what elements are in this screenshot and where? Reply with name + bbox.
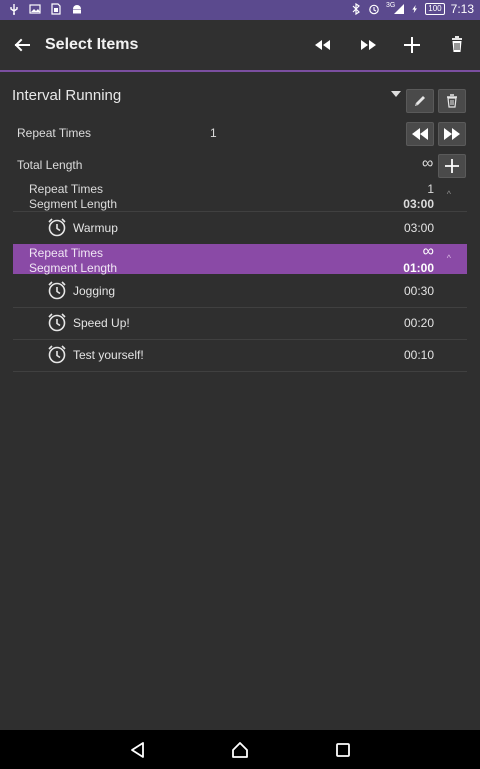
status-left-icons — [8, 3, 83, 15]
playlist-name[interactable]: Interval Running — [12, 87, 121, 104]
segment-repeat-value: ∞ — [422, 243, 434, 260]
rewind-button[interactable] — [406, 122, 434, 146]
list-item[interactable]: Warmup 03:00 — [13, 212, 467, 245]
chevron-down-icon[interactable] — [391, 91, 401, 97]
item-name: Speed Up! — [73, 316, 130, 330]
fast-forward-button[interactable] — [438, 122, 466, 146]
item-name: Jogging — [73, 284, 116, 298]
navigation-bar — [0, 730, 480, 769]
rewind-icon[interactable] — [310, 32, 336, 58]
alarm-icon — [369, 4, 379, 15]
android-icon — [73, 5, 81, 14]
repeat-times-label: Repeat Times — [17, 126, 92, 140]
plus-icon — [445, 159, 459, 173]
home-icon[interactable] — [230, 740, 250, 760]
segment-length-value: 03:00 — [403, 197, 434, 211]
item-duration: 00:30 — [403, 284, 434, 298]
segment-repeat-label: Repeat Times — [29, 246, 104, 260]
segment-repeat-label: Repeat Times — [29, 182, 104, 196]
bluetooth-icon — [352, 3, 360, 15]
trash-icon[interactable] — [444, 32, 470, 58]
edit-button[interactable] — [406, 89, 434, 113]
status-right-icons: 3G 100 7:13 — [350, 2, 474, 16]
plus-icon[interactable] — [399, 32, 425, 58]
recents-icon[interactable] — [333, 740, 353, 760]
segment-length-label: Segment Length — [29, 261, 118, 275]
item-duration: 00:20 — [403, 316, 434, 330]
segment-repeat-value: 1 — [427, 182, 434, 196]
fast-forward-icon — [444, 128, 460, 140]
status-bar: 3G 100 7:13 — [0, 0, 480, 20]
segment-length-value: 01:00 — [403, 261, 434, 275]
status-time: 7:13 — [450, 2, 474, 16]
total-length-value: ∞ — [422, 155, 434, 172]
list-item[interactable]: Speed Up! 00:20 — [13, 307, 467, 340]
battery-icon: 100 — [425, 3, 445, 15]
segment-header[interactable]: Repeat Times 1 Segment Length 03:00 ^ — [13, 180, 467, 212]
segment-header-selected[interactable]: Repeat Times ∞ Segment Length 01:00 ^ — [13, 243, 467, 275]
chevron-up-icon[interactable]: ^ — [447, 189, 451, 199]
list-item[interactable]: Test yourself! 00:10 — [13, 339, 467, 372]
trash-icon — [447, 94, 457, 108]
app-toolbar: Select Items — [0, 20, 480, 72]
chevron-up-icon[interactable]: ^ — [447, 253, 451, 263]
segment-length-label: Segment Length — [29, 197, 118, 211]
alarm-clock-icon — [48, 345, 66, 364]
item-name: Test yourself! — [73, 348, 144, 362]
list-item[interactable]: Jogging 00:30 — [13, 275, 467, 308]
usb-icon — [10, 4, 18, 15]
add-segment-button[interactable] — [438, 154, 466, 178]
alarm-clock-icon — [48, 218, 66, 237]
main-content: Interval Running Repeat Times 1 Total Le… — [0, 72, 480, 730]
total-length-label: Total Length — [17, 158, 83, 172]
item-duration: 03:00 — [403, 221, 434, 235]
signal-type: 3G — [385, 1, 396, 9]
page-title: Select Items — [45, 36, 139, 53]
delete-playlist-button[interactable] — [438, 89, 466, 113]
arrow-left-icon[interactable] — [9, 32, 35, 58]
pencil-icon — [415, 96, 425, 106]
back-triangle-icon[interactable] — [128, 740, 148, 760]
sim-icon — [51, 3, 61, 15]
fast-forward-icon[interactable] — [355, 32, 381, 58]
image-icon — [29, 4, 41, 14]
rewind-icon — [412, 128, 428, 140]
charging-icon — [412, 5, 418, 13]
alarm-clock-icon — [48, 281, 66, 300]
item-name: Warmup — [73, 221, 118, 235]
item-duration: 00:10 — [403, 348, 434, 362]
repeat-times-value[interactable]: 1 — [210, 126, 217, 140]
alarm-clock-icon — [48, 313, 66, 332]
